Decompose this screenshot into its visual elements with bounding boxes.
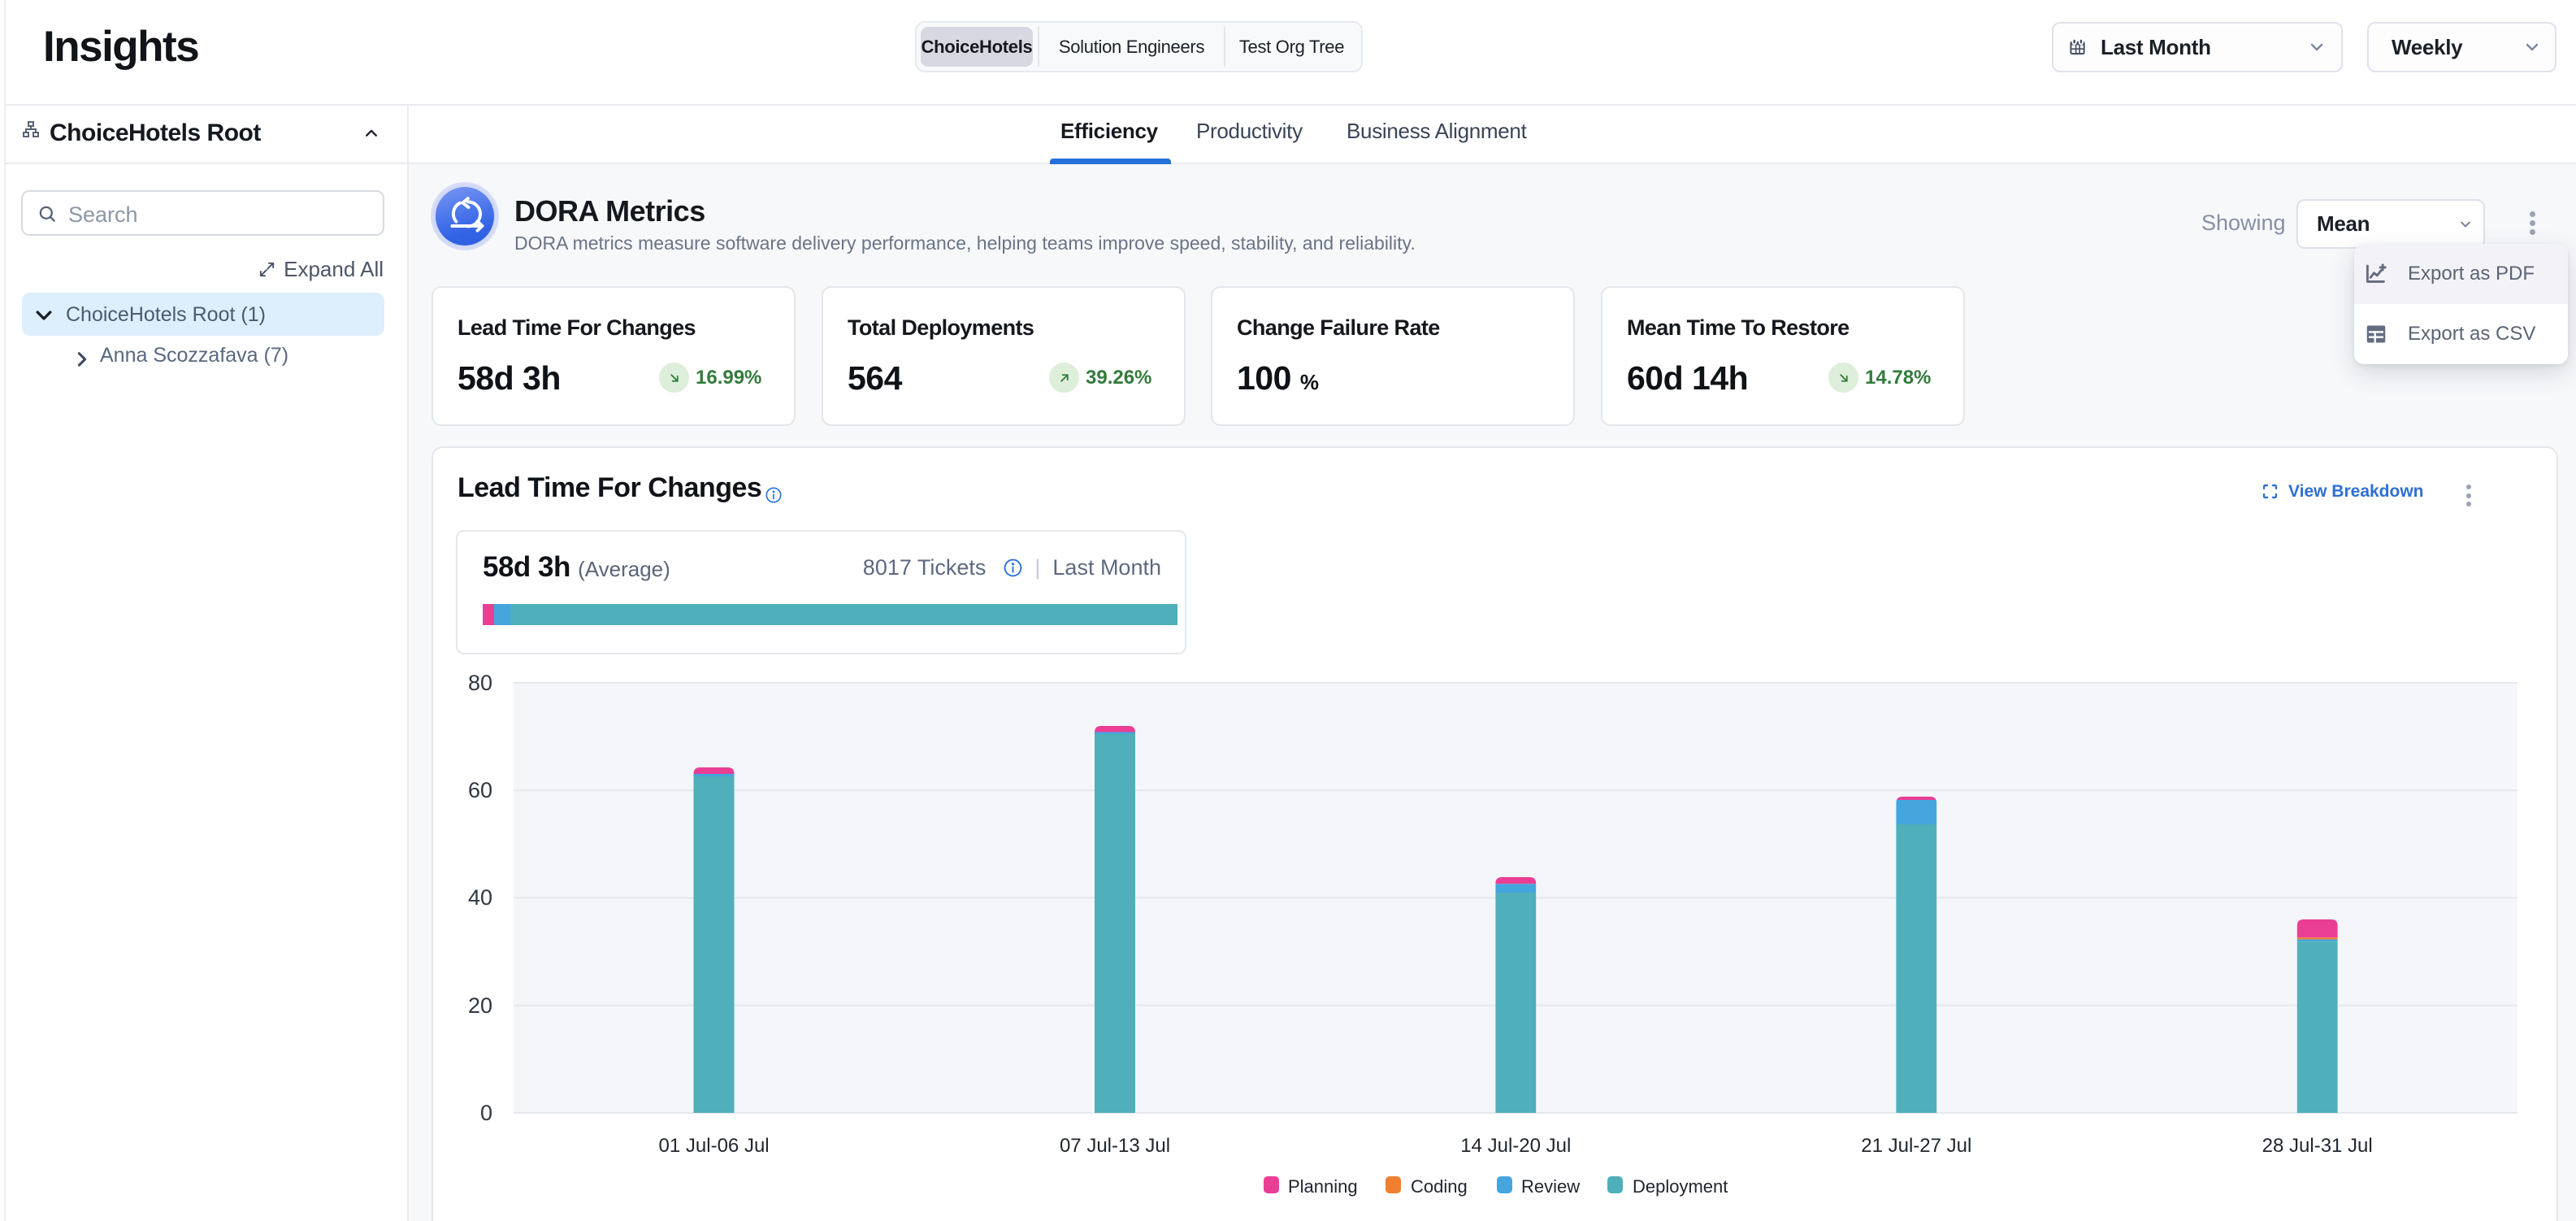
svg-text:07 Jul-13 Jul: 07 Jul-13 Jul	[1060, 1135, 1170, 1157]
svg-text:Planning: Planning	[1288, 1176, 1358, 1197]
svg-text:80: 80	[468, 671, 492, 695]
svg-text:21 Jul-27 Jul: 21 Jul-27 Jul	[1861, 1135, 1971, 1157]
svg-text:14 Jul-20 Jul: 14 Jul-20 Jul	[1460, 1135, 1571, 1157]
svg-text:0: 0	[480, 1101, 492, 1125]
svg-text:01 Jul-06 Jul: 01 Jul-06 Jul	[659, 1135, 770, 1157]
svg-text:Review: Review	[1521, 1176, 1580, 1197]
svg-text:20: 20	[468, 993, 492, 1018]
svg-text:28 Jul-31 Jul: 28 Jul-31 Jul	[2262, 1135, 2373, 1157]
svg-text:60: 60	[468, 778, 492, 802]
svg-text:40: 40	[468, 885, 492, 910]
svg-text:Coding: Coding	[1411, 1176, 1468, 1197]
svg-text:Deployment: Deployment	[1633, 1176, 1728, 1197]
